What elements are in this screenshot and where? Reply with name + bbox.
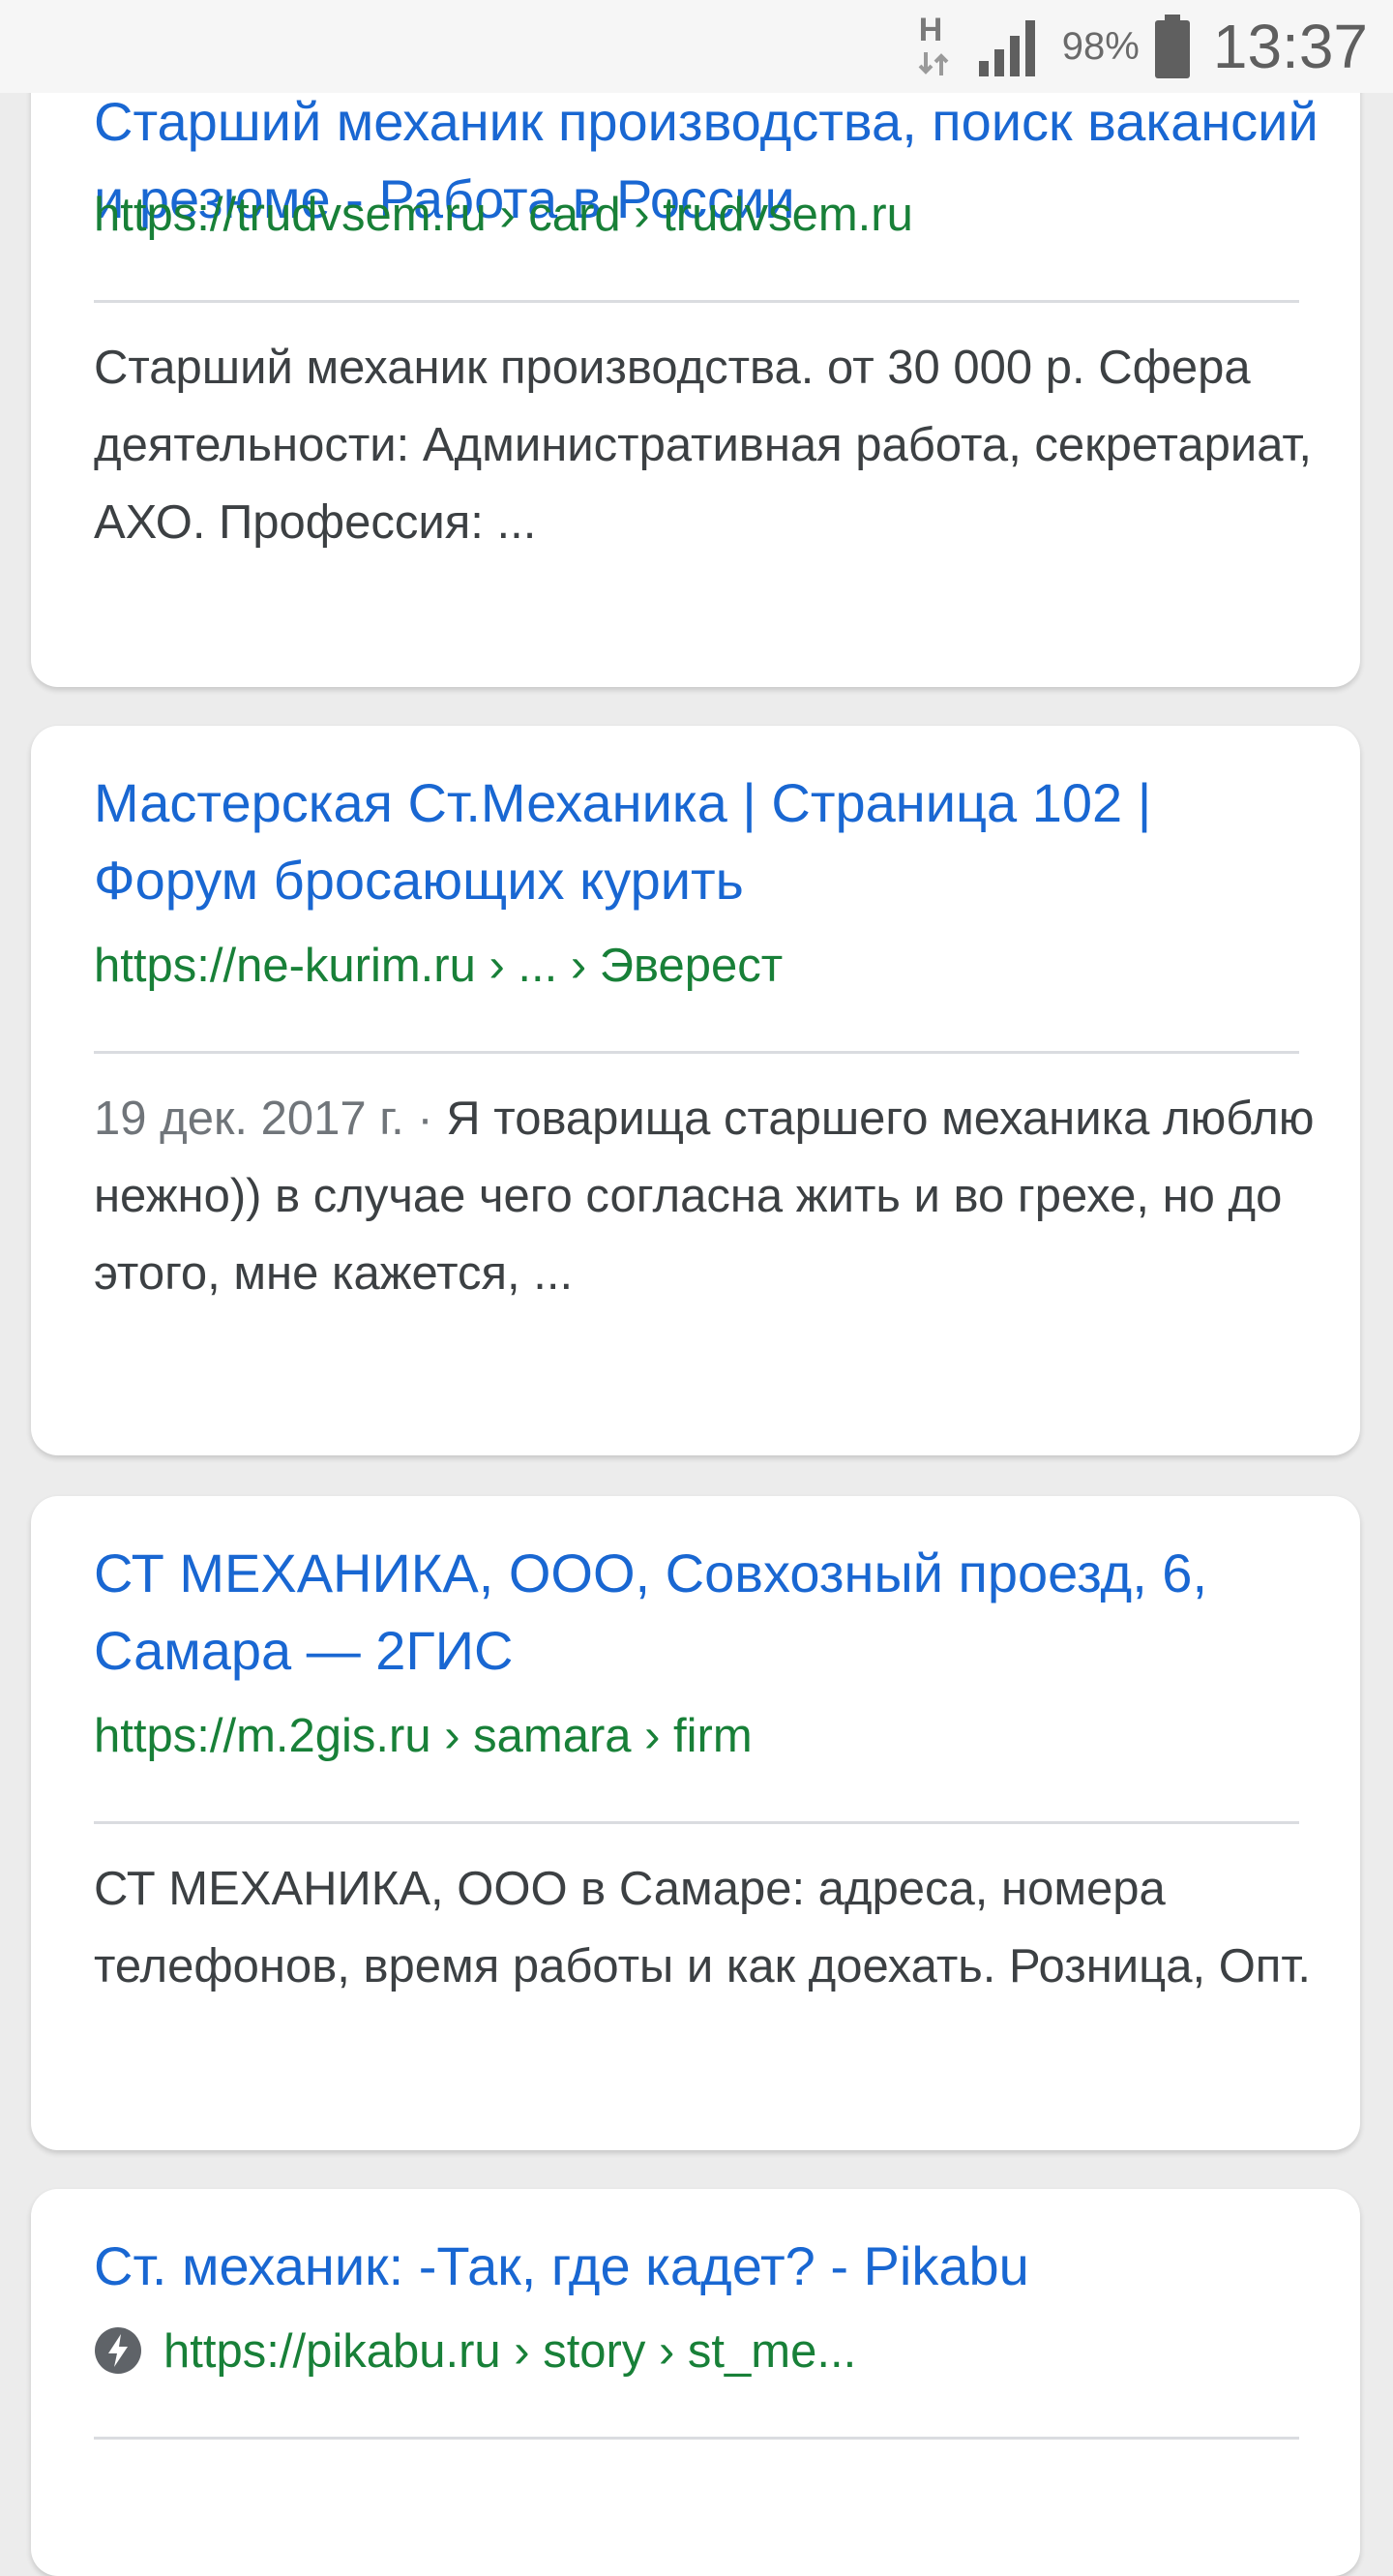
result-url[interactable]: https://trudvsem.ru › card › trudvsem.ru [94, 186, 913, 244]
result-url[interactable]: https://ne-kurim.ru › ... › Эверест [94, 937, 783, 995]
result-title-link[interactable]: Мастерская Ст.Механика | Страница 102 | … [94, 764, 1322, 919]
result-title-link[interactable]: СТ МЕХАНИКА, ООО, Совхозный проезд, 6, С… [94, 1535, 1322, 1690]
result-snippet-text: СТ МЕХАНИКА, ООО в Самаре: адреса, номер… [94, 1863, 1311, 1992]
signal-strength-icon [978, 20, 1035, 76]
card-divider [94, 2437, 1299, 2440]
clock: 13:37 [1212, 12, 1368, 81]
status-bar: H 98% 13:37 [0, 0, 1393, 93]
search-result-card[interactable]: Мастерская Ст.Механика | Страница 102 | … [31, 726, 1360, 1455]
result-snippet-text: Старший механик производства. от 30 000 … [94, 342, 1313, 549]
battery-icon [1154, 15, 1190, 78]
search-result-card[interactable]: СТ МЕХАНИКА, ООО, Совхозный проезд, 6, С… [31, 1496, 1360, 2150]
search-result-card[interactable]: Ст. механик: -Так, где кадет? - Pikabu h… [31, 2189, 1360, 2576]
status-icons: H 98% 13:37 [913, 0, 1368, 93]
amp-lightning-icon [95, 2327, 141, 2374]
card-divider [94, 1051, 1299, 1054]
result-snippet: 19 дек. 2017 г. · Я товарища старшего ме… [94, 1080, 1322, 1312]
result-url[interactable]: https://pikabu.ru › story › st_me... [94, 2322, 856, 2381]
search-result-card[interactable]: Старший механик производства, поиск вака… [31, 0, 1360, 687]
result-snippet: Старший механик производства. от 30 000 … [94, 329, 1322, 561]
result-url-text[interactable]: https://pikabu.ru › story › st_me... [163, 2325, 856, 2378]
card-divider [94, 300, 1299, 303]
network-type-label: H [918, 12, 943, 48]
result-snippet: СТ МЕХАНИКА, ООО в Самаре: адреса, номер… [94, 1850, 1322, 2005]
result-date: 19 дек. 2017 г. · [94, 1093, 447, 1145]
network-type-icon: H [913, 14, 952, 79]
result-title-link[interactable]: Ст. механик: -Так, где кадет? - Pikabu [94, 2228, 1322, 2305]
result-url[interactable]: https://m.2gis.ru › samara › firm [94, 1707, 753, 1765]
card-divider [94, 1821, 1299, 1824]
battery-percent: 98% [1061, 24, 1140, 68]
